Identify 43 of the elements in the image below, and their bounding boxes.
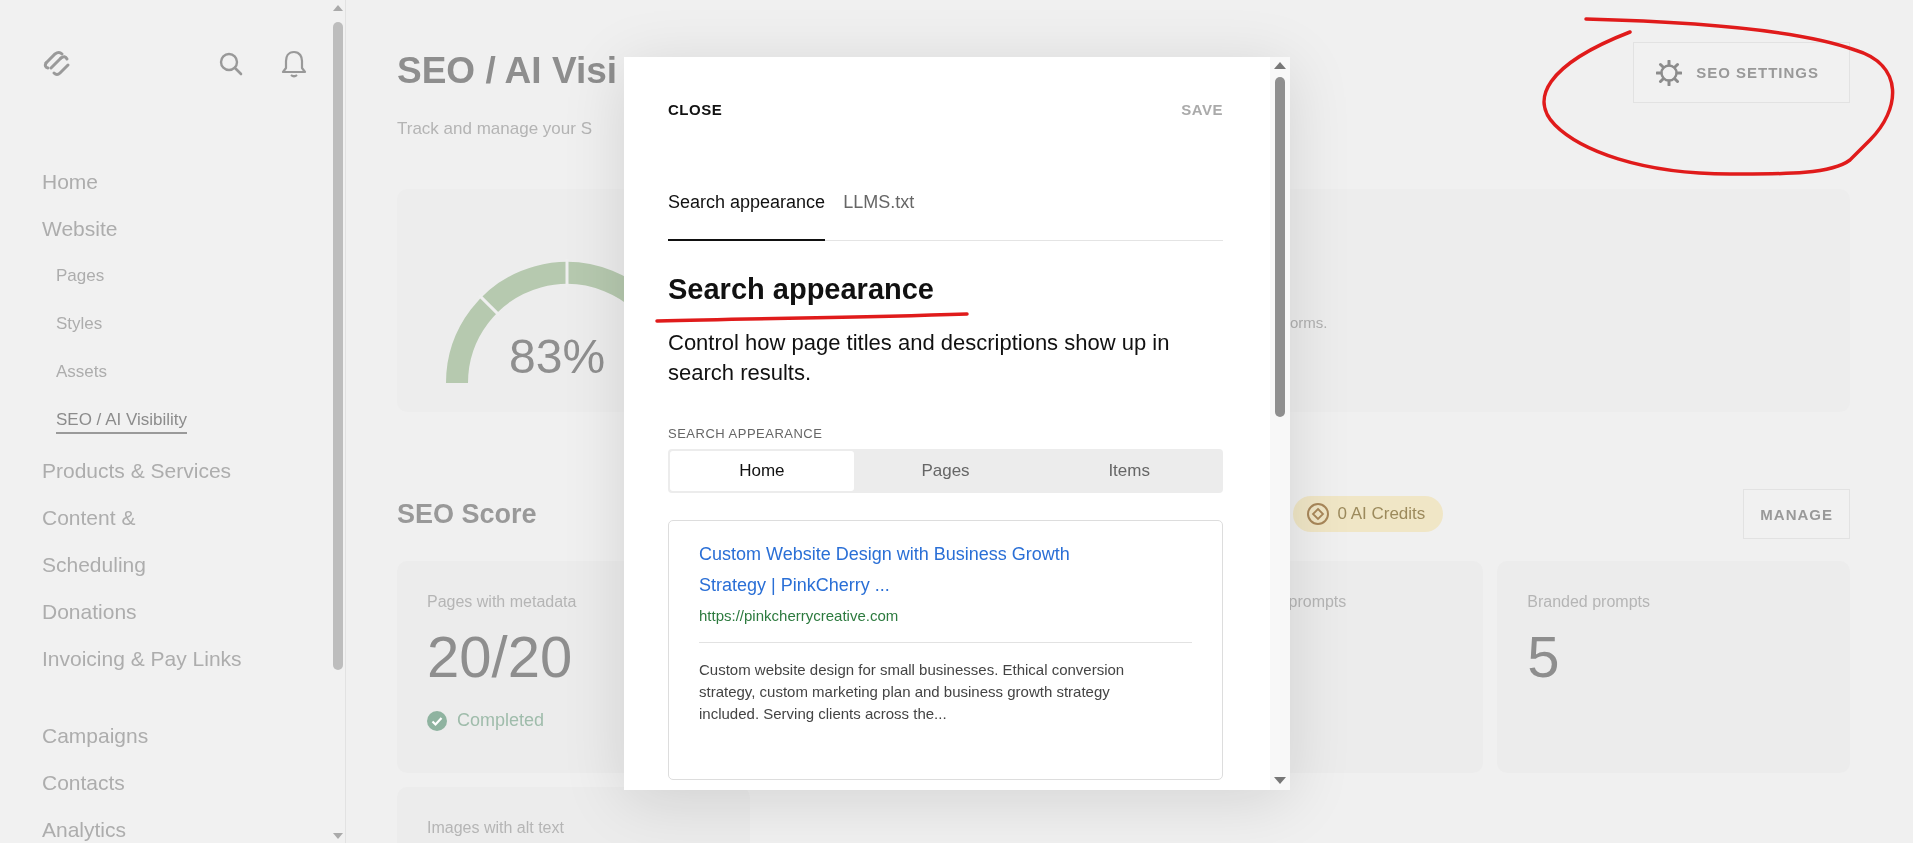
nav-item[interactable]: Invoicing & Pay Links bbox=[42, 635, 242, 682]
nav-item[interactable]: Home bbox=[42, 158, 99, 205]
settings-icon bbox=[1656, 59, 1683, 86]
bell-icon[interactable] bbox=[280, 49, 308, 79]
field-label: SEARCH APPEARANCE bbox=[668, 426, 824, 441]
preview-description: Custom website design for small businesses. Ethical conversion strategy, custom marketing plan and business growth strategy included. Serving clients across the... bbox=[699, 660, 1126, 724]
preview-url: https://pinkcherrycreative.com bbox=[699, 607, 1192, 643]
nav-item[interactable]: Contacts bbox=[42, 759, 125, 806]
nav-item[interactable]: Products & Services bbox=[42, 447, 232, 494]
page-title: SEO / AI Visi bbox=[397, 49, 618, 93]
nav-item[interactable]: SEO / AI Visibility bbox=[56, 410, 187, 434]
check-icon bbox=[427, 710, 447, 731]
section-heading: SEO Score bbox=[397, 498, 537, 530]
scrollbar[interactable] bbox=[1270, 57, 1290, 790]
nav-item[interactable]: Donations bbox=[42, 588, 137, 635]
segment-tab[interactable]: Home bbox=[670, 451, 854, 491]
nav-item[interactable]: Campaigns bbox=[42, 712, 149, 759]
nav-item[interactable]: Pages bbox=[56, 252, 105, 300]
seo-settings-button[interactable]: SEO SETTINGS bbox=[1633, 42, 1850, 103]
manage-button[interactable]: MANAGE bbox=[1743, 489, 1850, 539]
nav-item[interactable]: Website bbox=[42, 205, 118, 252]
nav-item[interactable]: Analytics bbox=[42, 806, 127, 843]
nav-item[interactable]: Styles bbox=[56, 300, 103, 348]
nav-item[interactable]: Content & bbox=[42, 494, 136, 541]
panel-heading: Search appearance bbox=[668, 273, 935, 306]
close-button[interactable]: CLOSE bbox=[668, 101, 723, 118]
segment-tab[interactable]: Pages bbox=[853, 451, 1038, 491]
panel-description: Control how page titles and descriptions show up in search results. bbox=[668, 329, 1171, 387]
metric-value: 5 bbox=[1527, 623, 1561, 690]
score-percent: 83% bbox=[509, 329, 606, 384]
summary-text: orms. bbox=[1290, 314, 1328, 331]
status-text: Completed bbox=[457, 710, 545, 731]
nav-item[interactable]: Assets bbox=[56, 348, 108, 396]
preview-title-link[interactable]: Custom Website Design with Business Growth Strategy | PinkCherry ... bbox=[699, 539, 1139, 601]
page-subtitle: Track and manage your S bbox=[397, 119, 593, 139]
segment-tab[interactable]: Items bbox=[1037, 451, 1221, 491]
credits-badge: 0 AI Credits bbox=[1293, 496, 1444, 532]
tab[interactable]: LLMS.txt bbox=[843, 192, 915, 240]
logo-icon[interactable] bbox=[42, 49, 72, 79]
tab[interactable]: Search appearance bbox=[668, 192, 826, 241]
search-icon[interactable] bbox=[218, 51, 244, 77]
nav-item[interactable]: Scheduling bbox=[42, 541, 146, 588]
coin-icon bbox=[1307, 503, 1330, 525]
